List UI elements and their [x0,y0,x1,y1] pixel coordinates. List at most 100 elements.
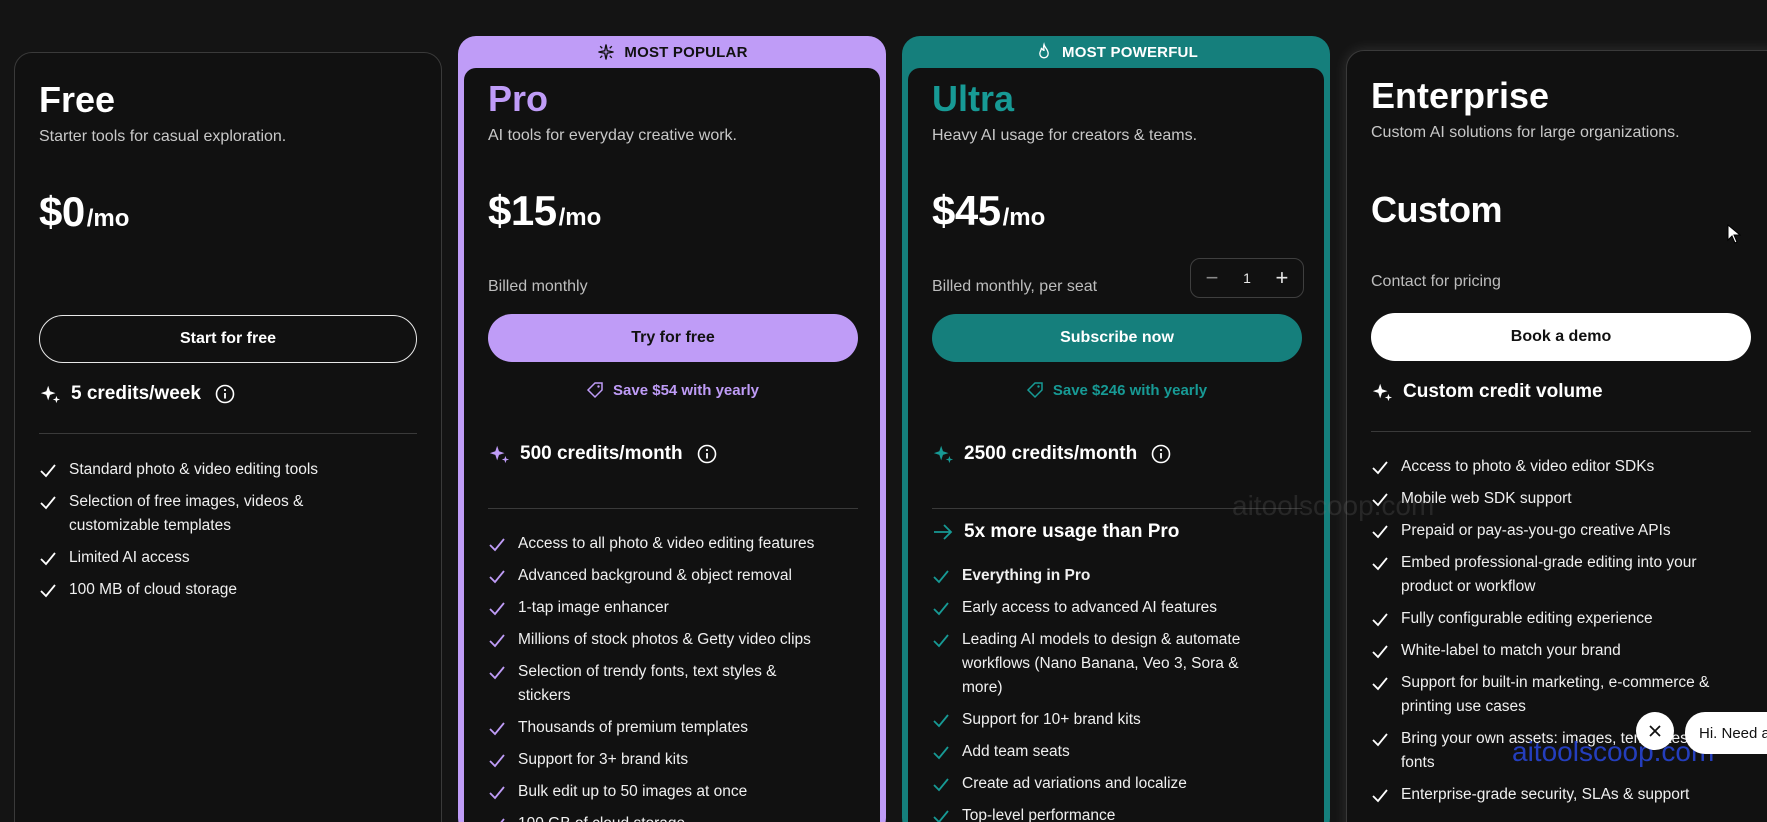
plan-subtitle: Starter tools for casual exploration. [39,128,287,145]
price-period: /mo [558,204,602,231]
check-icon [933,602,949,616]
check-icon [933,746,949,760]
flame-icon [1039,42,1049,59]
price: $45 /mo [932,187,1045,235]
divider [932,508,1302,509]
list-item: Fully configurable editing experience [1371,607,1751,631]
sparkle-burst-icon [598,44,615,60]
check-icon [489,666,505,680]
subscribe-now-button[interactable]: Subscribe now [932,314,1302,362]
plan-title: Pro [488,78,549,119]
pro-plan-card: MOST POPULAR Pro AI tools for everyday c… [458,36,886,822]
check-icon [40,552,56,566]
credits-row: 2500 credits/month [932,443,1171,465]
list-item: Mobile web SDK support [1371,487,1751,511]
list-item: White-label to match your brand [1371,639,1751,663]
credits-label: 2500 credits/month [964,443,1138,464]
enterprise-plan-card: Enterprise Custom AI solutions for large… [1346,50,1767,822]
info-icon[interactable] [1151,444,1171,464]
seat-quantity-stepper[interactable]: − 1 + [1190,258,1304,298]
increment-button[interactable]: + [1271,265,1293,290]
list-item: Limited AI access [39,546,417,570]
seat-count: 1 [1243,270,1251,286]
ultra-card-body: Ultra Heavy AI usage for creators & team… [908,68,1324,822]
list-item: 100 GB of cloud storage [488,812,858,822]
check-icon [40,584,56,598]
list-item: Prepaid or pay-as-you-go creative APIs [1371,519,1751,543]
yearly-savings[interactable]: Save $54 with yearly [464,380,880,400]
check-icon [933,778,949,792]
check-icon [40,464,56,478]
sparkle-icon [489,445,510,464]
check-icon [933,634,949,648]
book-a-demo-button[interactable]: Book a demo [1371,313,1751,361]
price-amount: $15 [488,187,557,234]
check-icon [489,538,505,552]
yearly-savings[interactable]: Save $246 with yearly [908,380,1324,400]
check-icon [489,722,505,736]
list-item: Thousands of premium templates [488,716,858,740]
list-item: Support for built-in marketing, e-commer… [1371,671,1751,719]
list-item: Everything in Pro [932,564,1302,588]
price-amount: Custom [1371,189,1503,230]
savings-label: Save $246 with yearly [1052,381,1208,399]
try-for-free-button[interactable]: Try for free [488,314,858,362]
plan-subtitle: AI tools for everyday creative work. [488,127,737,144]
price: $0 /mo [39,188,129,236]
divider [39,433,417,434]
info-icon[interactable] [697,444,717,464]
check-icon [1372,461,1388,475]
list-item: Create ad variations and localize [932,772,1302,796]
list-item: Leading AI models to design & automate w… [932,628,1302,700]
price-period: /mo [1002,204,1046,231]
plan-title: Enterprise [1371,75,1550,116]
chat-close-button[interactable] [1636,712,1674,750]
feature-list: Everything in Pro Early access to advanc… [932,564,1302,822]
check-icon [1372,525,1388,539]
list-item: Bulk edit up to 50 images at once [488,780,858,804]
credits-label: Custom credit volume [1403,381,1603,402]
plan-title: Ultra [932,78,1015,119]
usage-multiplier: 5x more usage than Pro [932,521,1179,543]
divider [1371,431,1751,432]
check-icon [489,602,505,616]
divider [488,508,858,509]
banner-label: MOST POPULAR [624,43,748,61]
billing-note: Billed monthly [488,278,588,295]
list-item: Top-level performance [932,804,1302,822]
chat-greeting-bubble[interactable]: Hi. Need a [1685,712,1767,754]
usage-label: 5x more usage than Pro [964,521,1180,542]
list-item: Enterprise-grade security, SLAs & suppor… [1371,783,1751,807]
check-icon [500,818,505,822]
check-icon [933,810,949,822]
arrow-right-icon [934,524,953,540]
check-icon [933,714,949,728]
plan-title: Free [39,79,116,120]
check-icon [1372,493,1388,507]
tag-icon [586,382,603,399]
credits-label: 500 credits/month [520,443,683,464]
sparkle-icon [40,385,61,404]
billing-note: Contact for pricing [1371,273,1501,290]
check-icon [489,786,505,800]
tag-icon [1026,382,1043,399]
check-icon [1372,557,1388,571]
check-icon [489,570,505,584]
mouse-cursor-icon [1727,224,1741,244]
plan-subtitle: Heavy AI usage for creators & teams. [932,127,1198,144]
check-icon [1372,613,1388,627]
close-icon [1649,725,1661,737]
sparkle-icon [1372,383,1393,402]
start-for-free-button[interactable]: Start for free [39,315,417,363]
free-plan-card: Free Starter tools for casual exploratio… [14,52,442,822]
list-item: Access to photo & video editor SDKs [1371,455,1751,479]
feature-list: Access to all photo & video editing feat… [488,532,858,822]
list-item: Early access to advanced AI features [932,596,1302,620]
check-icon [1372,645,1388,659]
info-icon[interactable] [215,384,235,404]
check-icon [40,496,56,510]
decrement-button[interactable]: − [1201,265,1223,290]
plan-subtitle: Custom AI solutions for large organizati… [1371,124,1680,141]
price-amount: $45 [932,187,1001,234]
list-item: Support for 10+ brand kits [932,708,1302,732]
